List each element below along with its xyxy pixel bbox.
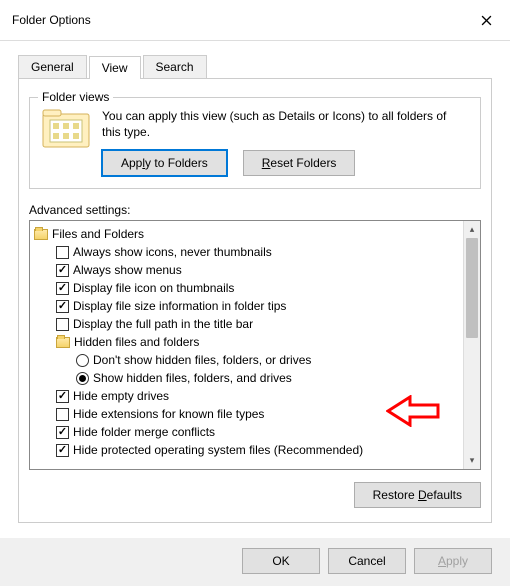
folder-views-group: Folder views You (29, 97, 481, 189)
scroll-up-icon[interactable]: ▴ (464, 221, 480, 238)
tree-group-hidden: Hidden files and folders (32, 333, 461, 351)
checkbox-icon[interactable] (56, 282, 69, 295)
reset-folders-button[interactable]: Reset Folders (243, 150, 356, 176)
tab-view[interactable]: View (89, 56, 141, 79)
apply-button[interactable]: Apply (414, 548, 492, 574)
tree-item[interactable]: Always show menus (32, 261, 461, 279)
tab-search[interactable]: Search (143, 55, 207, 78)
close-icon[interactable] (474, 8, 498, 32)
radio-icon[interactable] (76, 354, 89, 367)
tree-item[interactable]: Display file icon on thumbnails (32, 279, 461, 297)
cancel-button[interactable]: Cancel (328, 548, 406, 574)
tree-item[interactable]: Display file size information in folder … (32, 297, 461, 315)
folder-views-icon (42, 108, 90, 176)
ok-button[interactable]: OK (242, 548, 320, 574)
tree-item[interactable]: Always show icons, never thumbnails (32, 243, 461, 261)
tree-radio-dont-show[interactable]: Don't show hidden files, folders, or dri… (32, 351, 461, 369)
advanced-settings-tree: Files and Folders Always show icons, nev… (29, 220, 481, 470)
checkbox-icon[interactable] (56, 426, 69, 439)
checkbox-icon[interactable] (56, 264, 69, 277)
tree-item[interactable]: Hide protected operating system files (R… (32, 441, 461, 459)
checkbox-icon[interactable] (56, 408, 69, 421)
tree-item[interactable]: Hide empty drives (32, 387, 461, 405)
advanced-settings-label: Advanced settings: (29, 203, 481, 217)
radio-icon[interactable] (76, 372, 89, 385)
folder-views-desc: You can apply this view (such as Details… (102, 108, 468, 140)
tree-item[interactable]: Hide extensions for known file types (32, 405, 461, 423)
scroll-track[interactable] (464, 238, 480, 452)
tree-scrollbar[interactable]: ▴ ▾ (463, 221, 480, 469)
checkbox-icon[interactable] (56, 390, 69, 403)
tab-strip: General View Search (18, 55, 492, 79)
scroll-thumb[interactable] (466, 238, 478, 338)
checkbox-icon[interactable] (56, 318, 69, 331)
tree-item[interactable]: Hide folder merge conflicts (32, 423, 461, 441)
dialog-title: Folder Options (12, 13, 91, 27)
checkbox-icon[interactable] (56, 444, 69, 457)
tree-group-files-folders: Files and Folders (32, 225, 461, 243)
checkbox-icon[interactable] (56, 300, 69, 313)
restore-defaults-button[interactable]: Restore Defaults (354, 482, 481, 508)
tree-radio-show-hidden[interactable]: Show hidden files, folders, and drives (32, 369, 461, 387)
folder-icon (56, 337, 70, 348)
folder-icon (34, 229, 48, 240)
tree-item[interactable]: Display the full path in the title bar (32, 315, 461, 333)
checkbox-icon[interactable] (56, 246, 69, 259)
apply-to-folders-button[interactable]: Apply to Folders (102, 150, 227, 176)
folder-views-label: Folder views (38, 90, 113, 104)
scroll-down-icon[interactable]: ▾ (464, 452, 480, 469)
tab-general[interactable]: General (18, 55, 87, 78)
